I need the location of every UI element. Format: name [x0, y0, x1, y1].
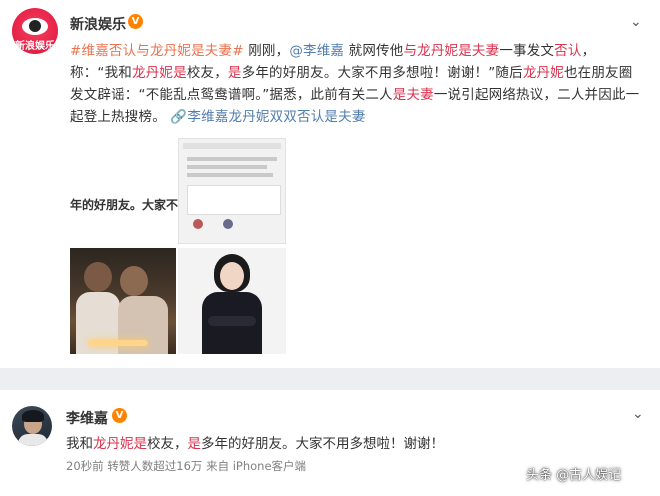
post-content: #维嘉否认与龙丹妮是夫妻# 刚刚，@李维嘉 就网传他与龙丹妮是夫妻一事发文否认，… — [70, 40, 642, 128]
text-seg: 刚刚， — [243, 43, 290, 59]
image-thumbnail-photo-couple[interactable] — [70, 248, 176, 354]
image-crop-text: 年的好朋友。大家不用 — [70, 198, 191, 212]
person-head — [84, 262, 112, 292]
person-face — [220, 262, 244, 290]
post-content: 我和龙丹妮是校友，是多年的好朋友。大家不用多想啦！谢谢！ — [66, 432, 444, 452]
chevron-down-icon[interactable]: ⌄ — [632, 406, 644, 422]
screenshot-line — [187, 165, 267, 169]
highlight-text: 龙丹妮 — [522, 65, 564, 81]
screenshot-box — [187, 185, 281, 215]
mention-link[interactable]: @李维嘉 — [289, 43, 344, 59]
text-seg: 就网传他 — [344, 43, 404, 59]
screenshot-line — [187, 157, 277, 161]
verified-badge-icon: V — [112, 408, 127, 423]
avatar-body — [18, 434, 48, 446]
account-name[interactable]: 新浪娱乐 — [70, 14, 126, 34]
person-arms — [208, 316, 256, 326]
highlight-text: 是 — [187, 436, 202, 452]
user-avatar[interactable] — [12, 406, 52, 446]
text-seg: 校友， — [147, 436, 188, 452]
image-thumbnail-text[interactable]: 年的好朋友。大家不用 — [70, 138, 190, 244]
text-seg: 我和 — [66, 436, 93, 452]
screenshot-line — [187, 173, 273, 177]
screenshot-bar — [183, 143, 281, 149]
verified-badge-icon: V — [128, 14, 143, 29]
hashtag-link[interactable]: #维嘉否认与龙丹妮是夫妻# — [70, 43, 244, 59]
account-name[interactable]: 李维嘉 — [66, 408, 108, 428]
card-separator — [0, 368, 660, 390]
sina-ent-avatar[interactable]: 新浪娱乐 — [12, 8, 58, 54]
text-seg: 一事发文 — [499, 43, 555, 59]
link-icon: 🔗 — [170, 109, 188, 125]
screenshot-avatar — [193, 219, 203, 229]
highlight-text: 与龙丹妮是夫妻 — [403, 43, 500, 59]
eye-pupil — [29, 20, 41, 32]
highlight-text: 是夫妻 — [392, 87, 434, 103]
avatar-hair — [22, 410, 44, 422]
candle-light — [88, 340, 148, 346]
text-seg: 多年的好朋友。大家不用多想啦！谢谢！ — [201, 436, 444, 452]
chevron-down-icon[interactable]: ⌄ — [630, 14, 642, 30]
topic-link[interactable]: 李维嘉龙丹妮双双否认是夫妻 — [187, 109, 365, 125]
screenshot-avatar — [223, 219, 233, 229]
text-seg: 校友， — [186, 65, 228, 81]
person-head — [120, 266, 148, 296]
highlight-text: 龙丹妮是 — [93, 436, 147, 452]
post-meta: 20秒前 转赞人数超过16万 来自 iPhone客户端 — [66, 459, 307, 473]
image-thumbnail-photo-woman[interactable] — [178, 248, 286, 354]
text-seg: 多年的好朋友。大家不用多想啦！谢谢！”随后 — [241, 65, 523, 81]
avatar-brand-text: 新浪娱乐 — [15, 41, 55, 52]
highlight-text: 是 — [227, 65, 242, 81]
highlight-text: 龙丹妮是 — [132, 65, 187, 81]
watermark: 头条 @古人娱记 — [526, 468, 622, 483]
highlight-text: 否认 — [554, 43, 582, 59]
image-thumbnail-screenshot[interactable] — [178, 138, 286, 244]
